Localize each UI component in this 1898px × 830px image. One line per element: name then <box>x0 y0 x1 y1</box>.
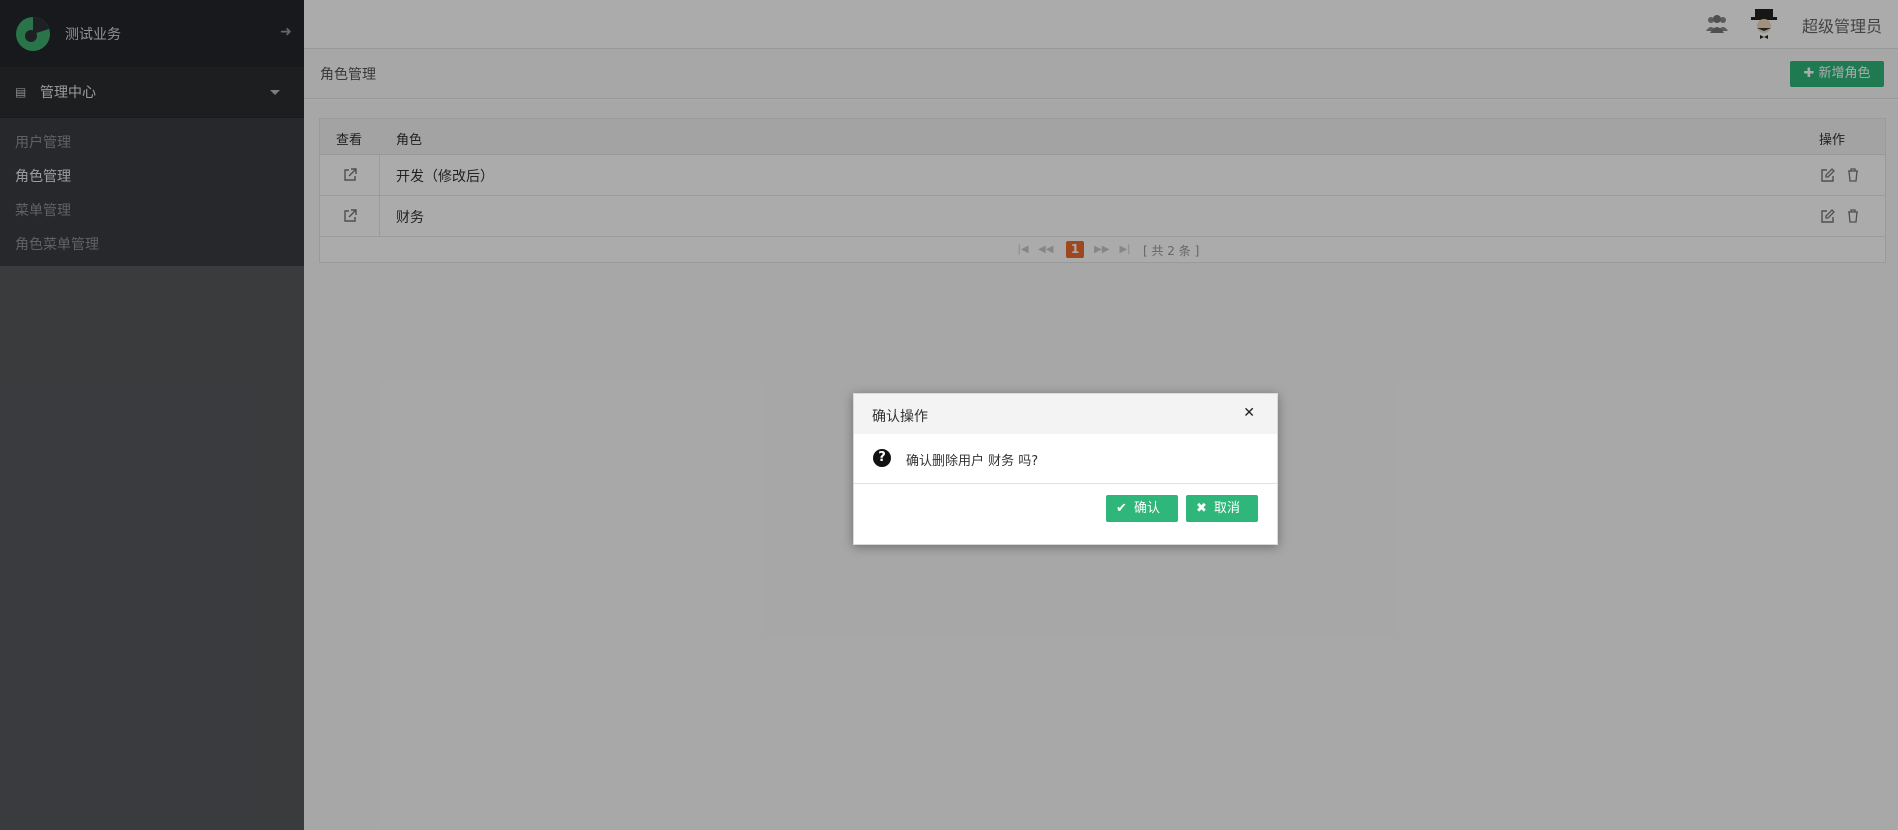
confirm-dialog: 确认操作 ✕ ? 确认删除用户 财务 吗? ✔ 确认 ✖ 取消 <box>853 393 1278 545</box>
question-circle-icon: ? <box>873 449 891 467</box>
close-icon[interactable]: ✕ <box>1243 405 1255 421</box>
dialog-header: 确认操作 ✕ <box>854 394 1277 434</box>
cancel-label: 取消 <box>1214 501 1241 516</box>
confirm-label: 确认 <box>1134 501 1161 516</box>
dialog-body: ? 确认删除用户 财务 吗? <box>854 434 1277 484</box>
confirm-button[interactable]: ✔ 确认 <box>1106 495 1178 522</box>
check-icon: ✔ <box>1116 501 1127 516</box>
cancel-button[interactable]: ✖ 取消 <box>1186 495 1258 522</box>
dialog-message: 确认删除用户 财务 吗? <box>906 454 1039 469</box>
dialog-footer: ✔ 确认 ✖ 取消 <box>854 484 1277 544</box>
times-icon: ✖ <box>1196 501 1207 516</box>
dialog-title: 确认操作 <box>872 409 928 425</box>
